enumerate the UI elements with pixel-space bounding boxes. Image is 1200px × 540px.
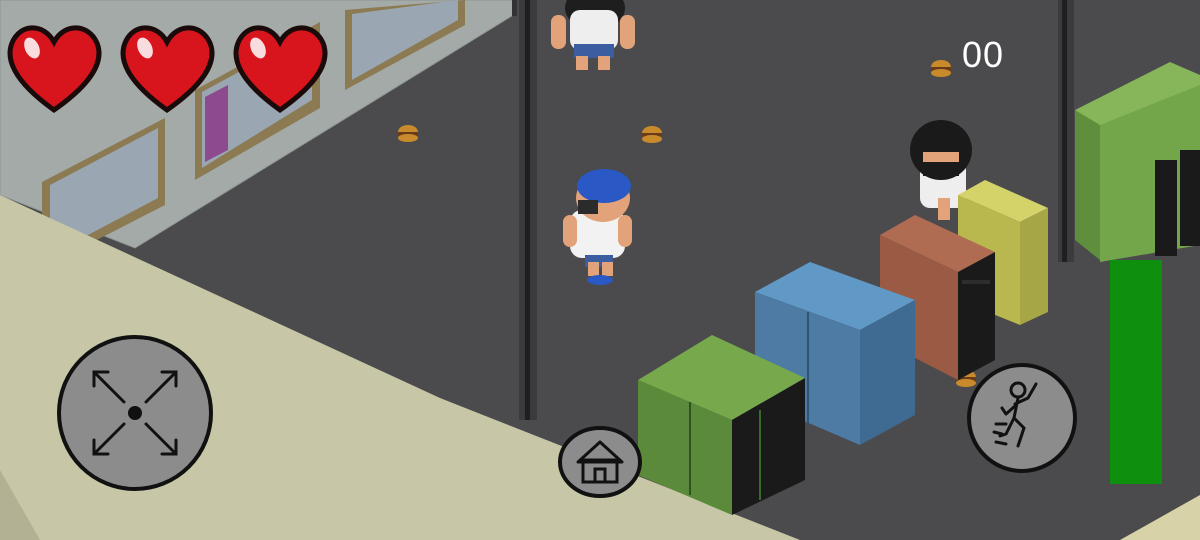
burger-collectible [931,60,951,77]
jump-kick-button[interactable] [966,362,1078,474]
burger-collectible [398,125,418,142]
stamina-bar-fill [1110,260,1162,484]
move-arrows-icon [57,335,213,491]
movement-joystick[interactable] [56,334,214,492]
heart-icon [233,25,328,114]
stamina-bar [1110,260,1162,484]
score-counter: 00 [962,34,1005,75]
heart-icon [120,25,215,114]
home-button[interactable] [558,426,642,498]
heart-icon [7,25,102,114]
jump-kick-icon [967,363,1077,473]
burger-collectible [642,126,662,143]
home-icon [558,426,642,498]
game-viewport: 00 [0,0,1200,540]
lives-display [2,18,333,118]
